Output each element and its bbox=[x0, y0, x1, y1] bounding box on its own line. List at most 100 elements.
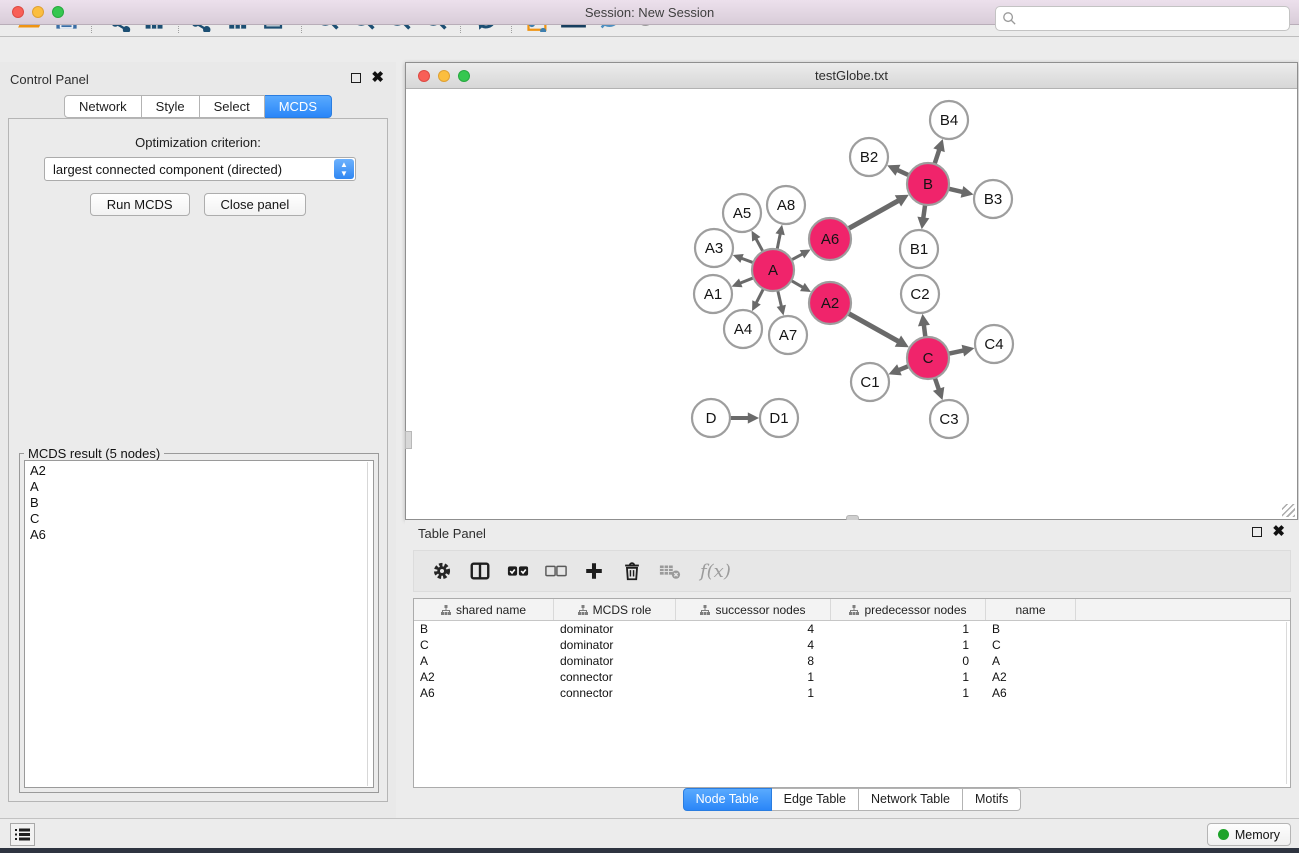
edge-C-C4[interactable] bbox=[949, 350, 964, 353]
edge-B-B3[interactable] bbox=[948, 189, 962, 192]
table-cell[interactable]: A2 bbox=[414, 669, 554, 685]
node-C3[interactable]: C3 bbox=[930, 400, 968, 438]
edge-C-C1[interactable] bbox=[899, 366, 909, 370]
table-cell[interactable]: C bbox=[986, 637, 1076, 653]
table-cell[interactable]: 1 bbox=[676, 685, 831, 701]
close-window-button[interactable] bbox=[12, 6, 24, 18]
mcds-result-item[interactable]: C bbox=[30, 511, 368, 527]
float-table-panel-icon[interactable] bbox=[1252, 527, 1262, 537]
edge-A6-B[interactable] bbox=[848, 200, 898, 228]
node-C4[interactable]: C4 bbox=[975, 325, 1013, 363]
clear-all-checks-button[interactable] bbox=[544, 559, 568, 583]
edge-B-B1[interactable] bbox=[923, 205, 925, 219]
table-cell[interactable]: 4 bbox=[676, 637, 831, 653]
column-header-MCDS-role[interactable]: MCDS role bbox=[554, 599, 676, 620]
split-columns-button[interactable] bbox=[468, 559, 492, 583]
node-D1[interactable]: D1 bbox=[760, 399, 798, 437]
table-cell[interactable]: B bbox=[986, 621, 1076, 637]
edge-B-B4[interactable] bbox=[935, 149, 940, 164]
column-header-predecessor-nodes[interactable]: predecessor nodes bbox=[831, 599, 986, 620]
select-all-checks-button[interactable] bbox=[506, 559, 530, 583]
table-cell[interactable]: 1 bbox=[831, 621, 986, 637]
node-A8[interactable]: A8 bbox=[767, 186, 805, 224]
float-panel-icon[interactable] bbox=[351, 73, 361, 83]
tab-network[interactable]: Network bbox=[64, 95, 142, 118]
table-row[interactable]: A2connector11A2 bbox=[414, 669, 1290, 685]
node-C2[interactable]: C2 bbox=[901, 275, 939, 313]
mcds-result-list[interactable]: A2ABCA6 bbox=[24, 460, 374, 788]
table-cell[interactable]: connector bbox=[554, 669, 676, 685]
table-cell[interactable]: 1 bbox=[676, 669, 831, 685]
criterion-select[interactable]: largest connected component (directed) ▲… bbox=[44, 157, 356, 181]
search-box[interactable] bbox=[995, 6, 1290, 31]
table-cell[interactable]: A6 bbox=[414, 685, 554, 701]
gear-button[interactable] bbox=[430, 559, 454, 583]
zoom-window-button[interactable] bbox=[52, 6, 64, 18]
edge-A-A5[interactable] bbox=[756, 238, 763, 251]
edge-A2-C[interactable] bbox=[848, 313, 898, 341]
node-A7[interactable]: A7 bbox=[769, 316, 807, 354]
edge-C-C3[interactable] bbox=[935, 378, 939, 390]
column-header-successor-nodes[interactable]: successor nodes bbox=[676, 599, 831, 620]
minimize-window-button[interactable] bbox=[32, 6, 44, 18]
network-close-button[interactable] bbox=[418, 70, 430, 82]
close-panel-icon[interactable]: ✖ bbox=[371, 73, 384, 83]
table-cell[interactable]: 1 bbox=[831, 637, 986, 653]
edge-A-A3[interactable] bbox=[741, 258, 753, 263]
table-cell[interactable]: 1 bbox=[831, 669, 986, 685]
edge-A-A1[interactable] bbox=[740, 278, 754, 283]
edge-A-A7[interactable] bbox=[778, 290, 782, 306]
edge-A-A4[interactable] bbox=[756, 289, 763, 304]
memory-button[interactable]: Memory bbox=[1207, 823, 1291, 846]
edge-B-B2[interactable] bbox=[897, 170, 909, 175]
node-A4[interactable]: A4 bbox=[724, 310, 762, 348]
tab-edge-table[interactable]: Edge Table bbox=[772, 788, 859, 811]
table-row[interactable]: A6connector11A6 bbox=[414, 685, 1290, 701]
table-cell[interactable]: 8 bbox=[676, 653, 831, 669]
result-scrollbar[interactable] bbox=[367, 462, 368, 786]
edge-A-A6[interactable] bbox=[791, 254, 802, 260]
tab-network-table[interactable]: Network Table bbox=[859, 788, 963, 811]
node-C[interactable]: C bbox=[907, 337, 949, 379]
table-cell[interactable]: A bbox=[414, 653, 554, 669]
mcds-result-item[interactable]: B bbox=[30, 495, 368, 511]
add-row-button[interactable] bbox=[582, 559, 606, 583]
tab-select[interactable]: Select bbox=[200, 95, 265, 118]
node-A[interactable]: A bbox=[752, 249, 794, 291]
tab-mcds[interactable]: MCDS bbox=[265, 95, 332, 118]
node-A5[interactable]: A5 bbox=[723, 194, 761, 232]
table-cell[interactable]: 4 bbox=[676, 621, 831, 637]
mcds-result-item[interactable]: A6 bbox=[30, 527, 368, 543]
table-cell[interactable]: dominator bbox=[554, 653, 676, 669]
node-B[interactable]: B bbox=[907, 163, 949, 205]
tab-style[interactable]: Style bbox=[142, 95, 200, 118]
table-cell[interactable]: 0 bbox=[831, 653, 986, 669]
delete-table-button[interactable] bbox=[658, 559, 682, 583]
edge-C-C2[interactable] bbox=[924, 325, 926, 338]
table-row[interactable]: Adominator80A bbox=[414, 653, 1290, 669]
table-cell[interactable]: dominator bbox=[554, 621, 676, 637]
node-A2[interactable]: A2 bbox=[809, 282, 851, 324]
node-B4[interactable]: B4 bbox=[930, 101, 968, 139]
node-B3[interactable]: B3 bbox=[974, 180, 1012, 218]
node-B1[interactable]: B1 bbox=[900, 230, 938, 268]
task-history-button[interactable] bbox=[10, 823, 35, 846]
delete-row-button[interactable] bbox=[620, 559, 644, 583]
table-cell[interactable]: dominator bbox=[554, 637, 676, 653]
search-input[interactable] bbox=[1017, 11, 1283, 26]
table-cell[interactable]: B bbox=[414, 621, 554, 637]
function-builder-button[interactable]: f(x) bbox=[696, 561, 731, 582]
table-cell[interactable]: connector bbox=[554, 685, 676, 701]
column-header-shared-name[interactable]: shared name bbox=[414, 599, 554, 620]
tab-node-table[interactable]: Node Table bbox=[683, 788, 772, 811]
network-minimize-button[interactable] bbox=[438, 70, 450, 82]
table-scrollbar[interactable] bbox=[1286, 622, 1287, 784]
table-row[interactable]: Cdominator41C bbox=[414, 637, 1290, 653]
run-mcds-button[interactable]: Run MCDS bbox=[90, 193, 190, 216]
network-zoom-button[interactable] bbox=[458, 70, 470, 82]
table-row[interactable]: Bdominator41B bbox=[414, 621, 1290, 637]
column-header-name[interactable]: name bbox=[986, 599, 1076, 620]
table-cell[interactable]: A bbox=[986, 653, 1076, 669]
node-B2[interactable]: B2 bbox=[850, 138, 888, 176]
close-panel-button[interactable]: Close panel bbox=[204, 193, 307, 216]
